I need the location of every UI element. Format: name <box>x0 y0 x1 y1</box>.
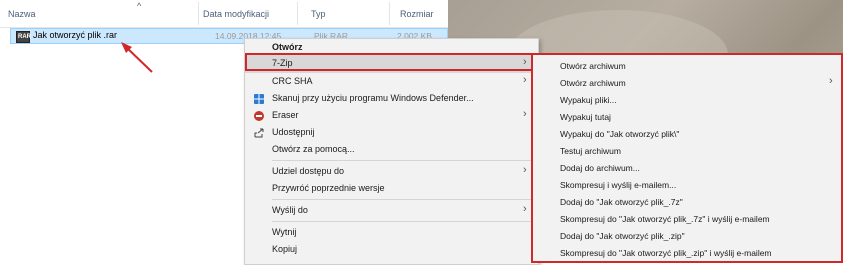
column-header-date[interactable]: Data modyfikacji <box>203 9 269 19</box>
chevron-right-icon: › <box>523 203 527 215</box>
menu-separator <box>272 160 534 161</box>
share-icon <box>254 128 264 138</box>
submenu-item-open-archive-more[interactable]: Otwórz archiwum › <box>533 75 841 92</box>
column-header-type[interactable]: Typ <box>311 9 326 19</box>
column-header-name[interactable]: Nazwa <box>8 9 36 19</box>
submenu-item-label: Otwórz archiwum <box>560 78 626 88</box>
menu-item-share[interactable]: Udostępnij <box>245 124 538 142</box>
menu-item-give-access[interactable]: Udziel dostępu do › <box>245 163 538 181</box>
submenu-item-extract-here[interactable]: Wypakuj tutaj <box>533 109 841 126</box>
menu-item-label: Udziel dostępu do <box>272 166 345 176</box>
submenu-item-label: Wypakuj pliki... <box>560 95 617 105</box>
menu-item-copy[interactable]: Kopiuj <box>245 241 538 259</box>
menu-item-label: Przywróć poprzednie wersje <box>272 183 385 193</box>
submenu-item-add-to-zip[interactable]: Dodaj do "Jak otworzyć plik_.zip" <box>533 228 841 245</box>
submenu-item-label: Wypakuj tutaj <box>560 112 611 122</box>
chevron-right-icon: › <box>523 164 527 176</box>
submenu-item-label: Skompresuj do "Jak otworzyć plik_.zip" i… <box>560 248 772 258</box>
menu-item-send-to[interactable]: Wyślij do › <box>245 202 538 220</box>
submenu-item-extract-to-folder[interactable]: Wypakuj do "Jak otworzyć plik\" <box>533 126 841 143</box>
submenu-7zip: Otwórz archiwum Otwórz archiwum › Wypaku… <box>531 53 843 263</box>
column-divider[interactable] <box>297 2 298 25</box>
highlight-frame-7zip <box>245 53 536 71</box>
menu-separator <box>272 199 534 200</box>
menu-item-label: Eraser <box>272 110 299 120</box>
submenu-item-label: Dodaj do archiwum... <box>560 163 640 173</box>
context-menu: Otwórz 7-Zip › CRC SHA › Skanuj przy uży… <box>244 38 539 265</box>
chevron-right-icon: › <box>829 75 833 87</box>
chevron-right-icon: › <box>523 108 527 120</box>
menu-item-label: CRC SHA <box>272 76 313 86</box>
menu-item-cut[interactable]: Wytnij <box>245 224 538 242</box>
menu-item-label: Kopiuj <box>272 244 298 254</box>
submenu-item-label: Skompresuj do "Jak otworzyć plik_.7z" i … <box>560 214 770 224</box>
windows-defender-icon <box>254 94 264 104</box>
menu-item-label: Skanuj przy użyciu programu Windows Defe… <box>272 93 474 103</box>
chevron-right-icon: › <box>523 74 527 86</box>
column-header-row: ^ Nazwa Data modyfikacji Typ Rozmiar <box>0 0 448 28</box>
menu-item-label: Otwórz za pomocą... <box>272 144 355 154</box>
column-divider[interactable] <box>389 2 390 25</box>
eraser-icon <box>254 111 264 121</box>
menu-item-label: Otwórz <box>272 42 303 52</box>
menu-item-label: Wytnij <box>272 227 297 237</box>
submenu-item-label: Testuj archiwum <box>560 146 621 156</box>
submenu-item-add-to-archive[interactable]: Dodaj do archiwum... <box>533 160 841 177</box>
submenu-item-open-archive[interactable]: Otwórz archiwum <box>533 58 841 75</box>
rar-file-icon: RAR <box>16 31 31 43</box>
menu-item-label: Udostępnij <box>272 127 315 137</box>
submenu-item-label: Dodaj do "Jak otworzyć plik_.zip" <box>560 231 685 241</box>
file-name: Jak otworzyć plik .rar <box>33 30 118 40</box>
submenu-item-add-to-7z[interactable]: Dodaj do "Jak otworzyć plik_.7z" <box>533 194 841 211</box>
submenu-item-label: Dodaj do "Jak otworzyć plik_.7z" <box>560 197 683 207</box>
submenu-item-compress-email[interactable]: Skompresuj i wyślij e-mailem... <box>533 177 841 194</box>
menu-item-open-with[interactable]: Otwórz za pomocą... <box>245 141 538 159</box>
menu-separator <box>272 221 534 222</box>
column-header-size[interactable]: Rozmiar <box>400 9 434 19</box>
menu-item-label: Wyślij do <box>272 205 308 215</box>
menu-item-crc-sha[interactable]: CRC SHA › <box>245 73 538 91</box>
submenu-item-label: Skompresuj i wyślij e-mailem... <box>560 180 677 190</box>
submenu-item-extract-files[interactable]: Wypakuj pliki... <box>533 92 841 109</box>
submenu-item-test-archive[interactable]: Testuj archiwum <box>533 143 841 160</box>
sort-ascending-icon[interactable]: ^ <box>137 1 141 11</box>
menu-item-eraser[interactable]: Eraser › <box>245 107 538 125</box>
submenu-item-compress-zip-email[interactable]: Skompresuj do "Jak otworzyć plik_.zip" i… <box>533 245 841 262</box>
menu-item-windows-defender[interactable]: Skanuj przy użyciu programu Windows Defe… <box>245 90 538 108</box>
menu-item-restore-versions[interactable]: Przywróć poprzednie wersje <box>245 180 538 198</box>
submenu-item-label: Wypakuj do "Jak otworzyć plik\" <box>560 129 680 139</box>
rar-icon-label: RAR <box>18 34 31 40</box>
column-divider[interactable] <box>198 2 199 25</box>
submenu-item-compress-7z-email[interactable]: Skompresuj do "Jak otworzyć plik_.7z" i … <box>533 211 841 228</box>
submenu-item-label: Otwórz archiwum <box>560 61 626 71</box>
